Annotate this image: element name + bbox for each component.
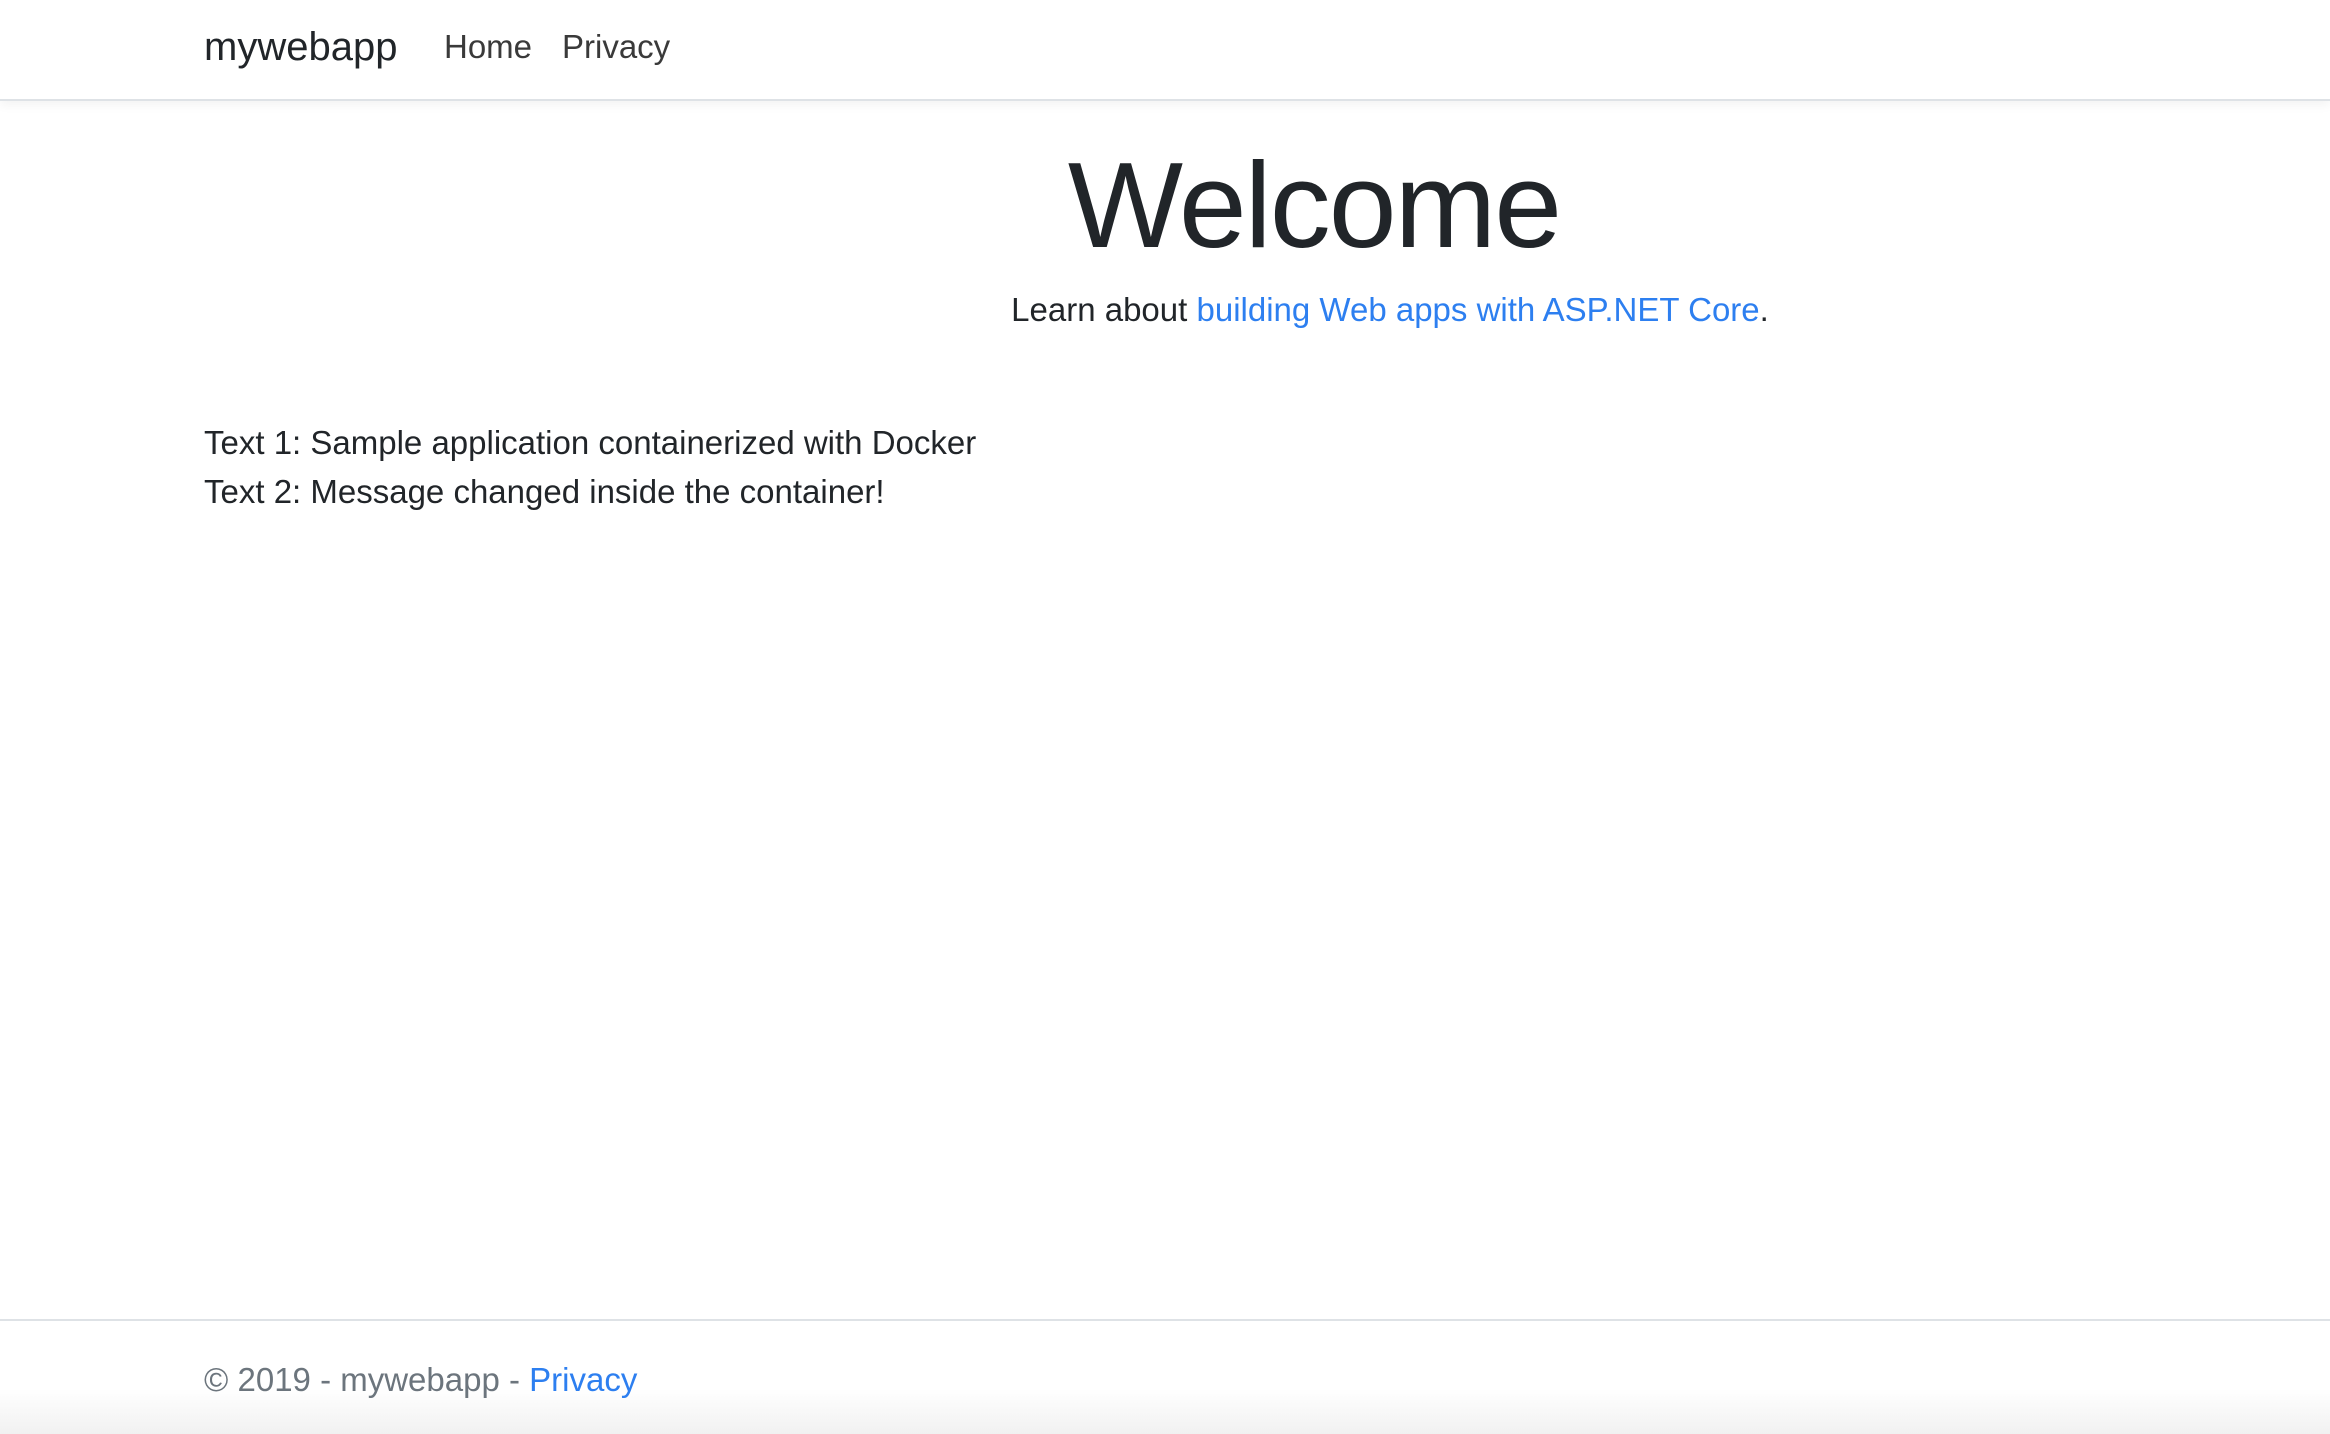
aspnet-docs-link[interactable]: building Web apps with ASP.NET Core xyxy=(1196,291,1759,328)
footer-privacy-link[interactable]: Privacy xyxy=(529,1361,637,1398)
text-line-2: Text 2: Message changed inside the conta… xyxy=(204,473,885,510)
learn-paragraph: Learn about building Web apps with ASP.N… xyxy=(0,290,2330,330)
nav-link-privacy[interactable]: Privacy xyxy=(562,24,670,70)
copyright-text: © 2019 - mywebapp - xyxy=(204,1361,530,1398)
footer-text: © 2019 - mywebapp - Privacy xyxy=(204,1359,637,1401)
text-line-1: Text 1: Sample application containerized… xyxy=(204,424,977,461)
learn-suffix: . xyxy=(1759,291,1769,328)
learn-prefix: Learn about xyxy=(1011,291,1197,328)
page-footer: © 2019 - mywebapp - Privacy xyxy=(0,1319,2330,1434)
top-navbar: mywebapp Home Privacy xyxy=(0,0,2330,101)
message-block: Text 1: Sample application containerized… xyxy=(204,418,976,516)
nav-link-home[interactable]: Home xyxy=(444,24,532,70)
hero-section: Welcome xyxy=(0,140,2330,270)
page-title: Welcome xyxy=(1067,137,1562,273)
learn-text: Learn about building Web apps with ASP.N… xyxy=(1011,290,1769,330)
brand-link[interactable]: mywebapp xyxy=(204,22,397,72)
